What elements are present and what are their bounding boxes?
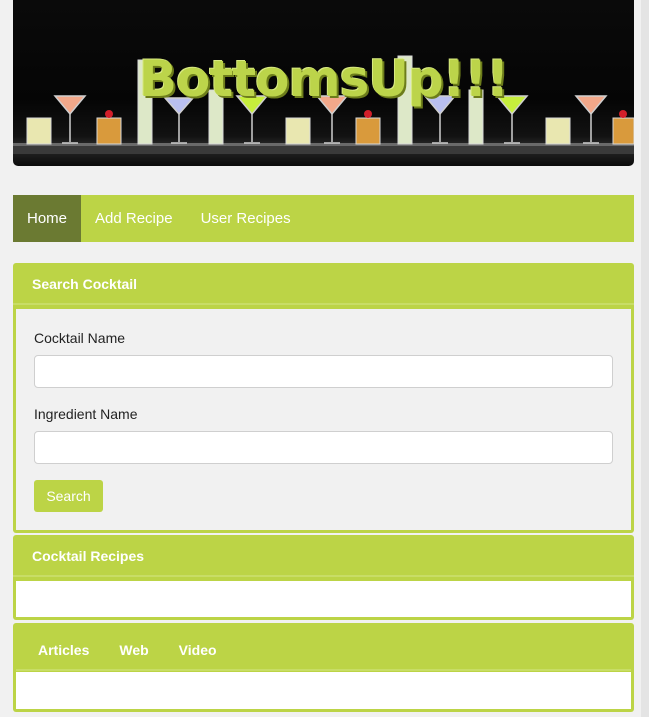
media-tabs: Articles Web Video [16,623,232,671]
nav-user-recipes[interactable]: User Recipes [187,195,305,242]
search-cocktail-panel: Search Cocktail Cocktail Name Ingredient… [13,263,634,533]
nav-home[interactable]: Home [13,195,82,242]
site-logo[interactable]: BottomsUp!!! [13,50,634,108]
main-navbar: Home Add Recipe User Recipes [13,195,634,242]
nav-add-recipe[interactable]: Add Recipe [81,195,187,242]
panel-title: Search Cocktail [13,263,634,305]
tabs-divider [16,669,631,671]
search-button[interactable]: Search [34,480,103,512]
recipes-panel-body [16,581,631,617]
ingredient-name-label: Ingredient Name [34,406,138,422]
tab-web[interactable]: Web [104,623,163,671]
tab-articles[interactable]: Articles [16,623,104,671]
scrollbar-track[interactable] [641,0,649,717]
cocktail-recipes-panel: Cocktail Recipes [13,535,634,620]
cocktail-name-label: Cocktail Name [34,330,126,346]
media-tabs-panel: Articles Web Video [13,623,634,712]
cocktail-name-input[interactable] [34,355,613,388]
panel-title: Cocktail Recipes [13,535,634,577]
media-panel-body [16,672,631,709]
header-banner: BottomsUp!!! [13,0,634,166]
page: BottomsUp!!! Home Add Recipe User Recipe… [0,0,649,717]
tab-video[interactable]: Video [164,623,232,671]
ingredient-name-input[interactable] [34,431,613,464]
search-panel-body: Cocktail Name Ingredient Name Search [16,309,631,530]
